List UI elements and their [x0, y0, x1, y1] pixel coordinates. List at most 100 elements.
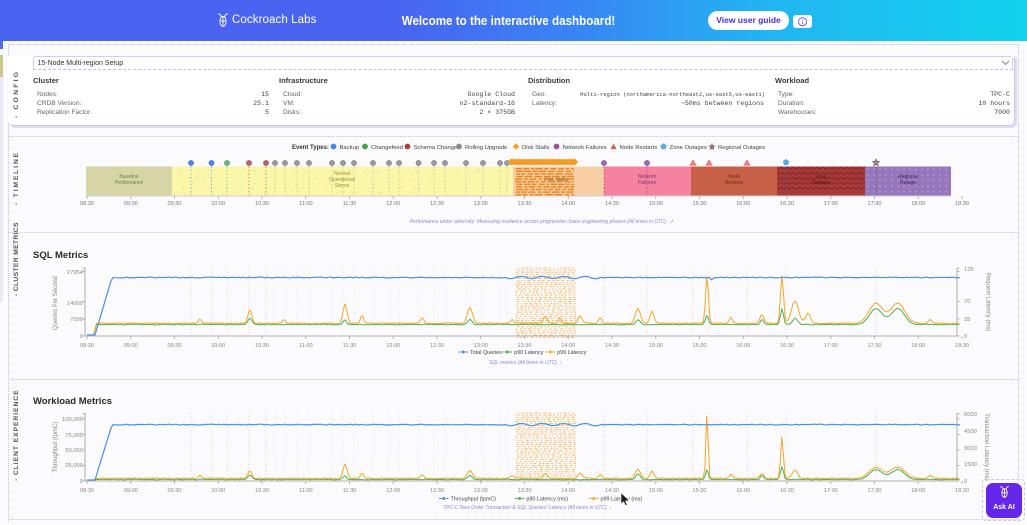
svg-text:18:30: 18:30	[955, 201, 969, 207]
svg-text:09:00: 09:00	[124, 343, 138, 349]
svg-text:08:30: 08:30	[80, 343, 94, 349]
svg-text:0: 0	[964, 334, 967, 340]
svg-text:14:30: 14:30	[605, 488, 619, 494]
svg-text:Queries Per Second: Queries Per Second	[53, 276, 59, 330]
svg-text:Failures: Failures	[638, 180, 656, 186]
svg-text:Schema Change: Schema Change	[414, 145, 459, 151]
svg-text:18:00: 18:00	[911, 343, 925, 349]
svg-text:12:30: 12:30	[430, 343, 444, 349]
svg-text:50,000: 50,000	[65, 448, 83, 454]
svg-text:12:00: 12:00	[386, 343, 400, 349]
svg-text:13:00: 13:00	[474, 488, 488, 494]
svg-text:16:00: 16:00	[736, 201, 750, 207]
svg-text:10:30: 10:30	[255, 343, 269, 349]
svg-text:09:30: 09:30	[168, 201, 182, 207]
svg-text:08:30: 08:30	[80, 488, 94, 494]
svg-text:10:00: 10:00	[211, 201, 225, 207]
svg-text:15:30: 15:30	[693, 488, 707, 494]
svg-text:Transaction Latency (ms): Transaction Latency (ms)	[983, 413, 989, 480]
svg-text:Stress: Stress	[335, 183, 350, 189]
svg-text:11:00: 11:00	[299, 343, 313, 349]
svg-text:Outage: Outage	[900, 180, 917, 186]
svg-text:Performance: Performance	[115, 180, 144, 186]
svg-text:14:00: 14:00	[561, 488, 575, 494]
svg-text:15:30: 15:30	[693, 343, 707, 349]
svg-text:135: 135	[964, 267, 974, 273]
svg-text:17:30: 17:30	[868, 201, 882, 207]
svg-text:p99 Latency: p99 Latency	[557, 350, 587, 356]
svg-text:Outages: Outages	[812, 180, 831, 186]
svg-text:09:30: 09:30	[168, 343, 182, 349]
svg-text:Total Queries: Total Queries	[470, 350, 502, 356]
svg-text:25,000: 25,000	[65, 463, 83, 469]
svg-text:14:00: 14:00	[561, 201, 575, 207]
svg-text:18:00: 18:00	[911, 201, 925, 207]
svg-text:15:00: 15:00	[649, 343, 663, 349]
svg-text:Rolling Upgrade: Rolling Upgrade	[465, 145, 508, 151]
svg-text:11:00: 11:00	[299, 488, 313, 494]
svg-text:13:00: 13:00	[474, 201, 488, 207]
svg-text:18:30: 18:30	[955, 488, 969, 494]
svg-text:Request Latency (ms): Request Latency (ms)	[985, 273, 991, 332]
svg-text:13:30: 13:30	[518, 201, 532, 207]
svg-text:14000: 14000	[67, 301, 83, 307]
svg-text:18:30: 18:30	[955, 343, 969, 349]
svg-text:09:30: 09:30	[168, 488, 182, 494]
svg-text:0: 0	[80, 479, 83, 485]
svg-text:75,000: 75,000	[65, 433, 83, 439]
svg-text:12:00: 12:00	[386, 488, 400, 494]
svg-text:10:30: 10:30	[255, 201, 269, 207]
svg-text:Throughput (tpmC): Throughput (tpmC)	[451, 497, 497, 503]
svg-text:Disk Stalls: Disk Stalls	[544, 177, 568, 183]
svg-text:0: 0	[80, 334, 83, 340]
svg-text:p90 Latency: p90 Latency	[514, 350, 544, 356]
svg-text:Network Failures: Network Failures	[563, 145, 607, 151]
svg-text:100,000: 100,000	[62, 417, 83, 423]
svg-text:35: 35	[964, 317, 970, 323]
svg-text:13:00: 13:00	[474, 343, 488, 349]
svg-text:14:30: 14:30	[605, 343, 619, 349]
svg-text:27954: 27954	[67, 270, 84, 276]
svg-text:1500: 1500	[964, 462, 977, 468]
svg-text:70: 70	[964, 299, 970, 305]
svg-text:p90 Latency (ms): p90 Latency (ms)	[526, 497, 568, 503]
svg-text:17:30: 17:30	[868, 488, 882, 494]
svg-text:12:00: 12:00	[386, 201, 400, 207]
svg-text:11:30: 11:30	[343, 201, 357, 207]
svg-text:Node Restarts: Node Restarts	[620, 145, 658, 151]
svg-text:4500: 4500	[964, 429, 977, 435]
svg-text:Disk Stalls: Disk Stalls	[522, 145, 550, 151]
svg-text:11:30: 11:30	[343, 488, 357, 494]
svg-text:13:30: 13:30	[518, 488, 532, 494]
svg-text:0: 0	[964, 479, 967, 485]
svg-text:14:30: 14:30	[605, 201, 619, 207]
svg-text:10:30: 10:30	[255, 488, 269, 494]
svg-text:7000: 7000	[70, 317, 83, 323]
svg-text:17:00: 17:00	[824, 488, 838, 494]
svg-text:09:00: 09:00	[124, 201, 138, 207]
svg-text:Backup: Backup	[340, 145, 360, 151]
svg-text:Event Types:: Event Types:	[292, 145, 329, 151]
svg-text:16:30: 16:30	[780, 201, 794, 207]
svg-text:16:30: 16:30	[780, 488, 794, 494]
svg-text:17:00: 17:00	[824, 201, 838, 207]
svg-text:17:00: 17:00	[824, 343, 838, 349]
svg-text:Restarts: Restarts	[725, 180, 744, 186]
svg-text:12:30: 12:30	[430, 488, 444, 494]
svg-text:Changefeed: Changefeed	[371, 145, 403, 151]
svg-text:11:00: 11:00	[299, 201, 313, 207]
svg-text:14:00: 14:00	[561, 343, 575, 349]
svg-text:08:30: 08:30	[80, 201, 94, 207]
svg-text:13:30: 13:30	[518, 343, 532, 349]
svg-text:12:30: 12:30	[430, 201, 444, 207]
svg-text:3000: 3000	[964, 446, 977, 452]
svg-text:15:00: 15:00	[649, 201, 663, 207]
svg-text:15:30: 15:30	[693, 201, 707, 207]
svg-text:15:00: 15:00	[649, 488, 663, 494]
svg-text:16:30: 16:30	[780, 343, 794, 349]
svg-text:10:00: 10:00	[211, 343, 225, 349]
svg-text:6000: 6000	[964, 412, 977, 418]
svg-text:Regional Outages: Regional Outages	[718, 145, 765, 151]
svg-text:16:00: 16:00	[736, 343, 750, 349]
svg-text:18:00: 18:00	[911, 488, 925, 494]
